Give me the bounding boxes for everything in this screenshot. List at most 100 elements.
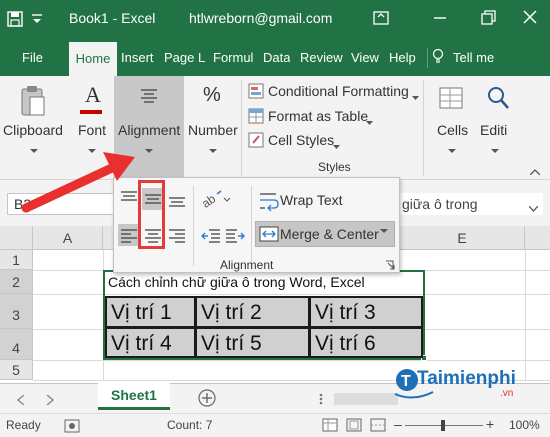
save-icon[interactable] <box>6 10 24 28</box>
formula-input[interactable]: giữa ô trong <box>398 193 543 215</box>
decrease-indent-icon[interactable] <box>200 224 222 246</box>
watermark-brand: Taimienphi <box>417 368 516 389</box>
cells-group[interactable]: Cells <box>437 122 468 138</box>
orientation-icon[interactable]: ab <box>200 188 230 210</box>
status-bar: Ready Count: 7 – + 100% <box>0 413 550 437</box>
title-bar: Book1 - Excel htlwreborn@gmail.com <box>0 0 550 38</box>
format-as-table-button[interactable]: Format as Table <box>268 108 368 124</box>
cells-icon[interactable] <box>438 86 464 113</box>
wrap-text-icon[interactable] <box>258 190 280 212</box>
alignment-group[interactable]: Alignment <box>118 122 180 138</box>
tab-view[interactable]: View <box>351 38 379 76</box>
account-email[interactable]: htlwreborn@gmail.com <box>189 10 332 26</box>
cell-d4[interactable]: Vị trí 6 <box>309 327 423 358</box>
chevron-down-icon <box>491 143 499 157</box>
tell-me-search[interactable]: Tell me <box>453 38 494 76</box>
cell-styles-icon[interactable] <box>248 132 264 151</box>
normal-view-icon[interactable] <box>322 418 338 435</box>
align-right-icon[interactable] <box>166 224 188 246</box>
row-header-4[interactable]: 4 <box>0 329 33 360</box>
paste-icon[interactable] <box>18 84 48 121</box>
macro-record-icon[interactable] <box>64 419 80 436</box>
row-header-3[interactable]: 3 <box>0 294 33 329</box>
scroll-left-icon[interactable] <box>16 394 25 408</box>
chevron-down-icon[interactable] <box>380 229 402 251</box>
vertical-divider <box>427 48 428 68</box>
format-as-table-icon[interactable] <box>248 108 264 127</box>
percent-icon[interactable]: % <box>203 84 221 107</box>
zoom-level[interactable]: 100% <box>509 418 540 432</box>
name-box[interactable]: B2 <box>7 193 115 215</box>
chevron-down-icon <box>366 114 373 128</box>
watermark-logo: T Taimienphi .vn <box>393 364 543 404</box>
ribbon-display-options-icon[interactable] <box>366 4 396 32</box>
svg-text:T: T <box>401 373 411 390</box>
add-sheet-icon[interactable] <box>197 388 217 411</box>
clipboard-group[interactable]: Clipboard <box>3 122 63 138</box>
search-icon[interactable] <box>485 84 511 115</box>
chevron-down-icon <box>209 143 217 157</box>
scroll-right-icon[interactable] <box>46 394 55 408</box>
tab-review[interactable]: Review <box>300 38 343 76</box>
sheet-tab-sheet1[interactable]: Sheet1 <box>98 383 170 410</box>
sheet-tab-label: Sheet1 <box>111 387 157 403</box>
bottom-align-icon[interactable] <box>166 188 188 210</box>
page-layout-view-icon[interactable] <box>346 418 362 435</box>
font-color-icon[interactable]: A <box>85 82 101 108</box>
name-box-value: B2 <box>14 196 32 212</box>
dialog-launcher-icon[interactable] <box>385 260 407 282</box>
font-group[interactable]: Font <box>78 122 106 138</box>
row-header-2[interactable]: 2 <box>0 270 33 294</box>
lightbulb-icon <box>431 38 445 76</box>
tab-page-layout[interactable]: Page L <box>164 38 211 76</box>
row-header-5[interactable]: 5 <box>0 360 33 380</box>
column-header-a[interactable]: A <box>33 226 103 250</box>
close-icon[interactable] <box>515 4 545 32</box>
conditional-formatting-button[interactable]: Conditional Formatting <box>268 83 409 99</box>
row-header-1[interactable]: 1 <box>0 250 33 270</box>
select-all-corner[interactable] <box>0 226 33 250</box>
tab-help[interactable]: Help <box>389 38 416 76</box>
cell-c4[interactable]: Vị trí 5 <box>195 327 310 358</box>
chevron-down-icon[interactable] <box>528 201 539 215</box>
merge-center-label: Merge & Center <box>280 226 379 242</box>
ribbon-tabs: File Home Insert Page L Formul Data Revi… <box>0 38 550 76</box>
collapse-ribbon-icon[interactable] <box>529 164 541 178</box>
tab-file[interactable]: File <box>22 38 43 76</box>
editing-group[interactable]: Editi <box>480 122 507 138</box>
number-group[interactable]: Number <box>188 122 238 138</box>
wrap-text-button[interactable]: Wrap Text <box>280 192 343 208</box>
increase-indent-icon[interactable] <box>224 224 246 246</box>
tab-splitter[interactable] <box>318 392 324 409</box>
horizontal-scrollbar[interactable] <box>334 393 398 405</box>
page-break-view-icon[interactable] <box>370 418 386 435</box>
tab-home[interactable]: Home <box>69 42 117 76</box>
top-align-icon[interactable] <box>118 188 140 210</box>
panel-separator <box>251 186 252 266</box>
tab-data[interactable]: Data <box>263 38 290 76</box>
zoom-out-button[interactable]: – <box>394 416 402 432</box>
tab-formulas[interactable]: Formul <box>213 38 259 76</box>
cell-c3[interactable]: Vị trí 2 <box>195 296 310 328</box>
zoom-slider-thumb[interactable] <box>441 420 445 431</box>
cell-b2[interactable]: Cách chỉnh chữ giữa ô trong Word, Excel <box>108 274 365 290</box>
cell-d3[interactable]: Vị trí 3 <box>309 296 423 328</box>
chevron-down-icon <box>30 143 38 157</box>
tab-insert[interactable]: Insert <box>121 38 154 76</box>
zoom-in-button[interactable]: + <box>486 416 494 432</box>
cell-b3[interactable]: Vị trí 1 <box>105 296 196 328</box>
conditional-formatting-icon[interactable] <box>248 83 264 102</box>
column-header-e[interactable]: E <box>400 226 525 250</box>
quick-access-dropdown-icon[interactable] <box>30 12 48 30</box>
status-count: Count: 7 <box>167 418 213 432</box>
gridline <box>33 360 550 361</box>
cell-b4[interactable]: Vị trí 4 <box>105 327 196 358</box>
merge-center-icon <box>258 223 280 245</box>
cell-styles-button[interactable]: Cell Styles <box>268 132 334 148</box>
restore-icon[interactable] <box>473 4 503 32</box>
minimize-icon[interactable] <box>425 4 455 32</box>
chevron-down-icon <box>333 138 340 152</box>
status-ready: Ready <box>6 418 41 432</box>
align-left-icon[interactable] <box>118 224 140 246</box>
column-header-f[interactable] <box>525 226 550 250</box>
